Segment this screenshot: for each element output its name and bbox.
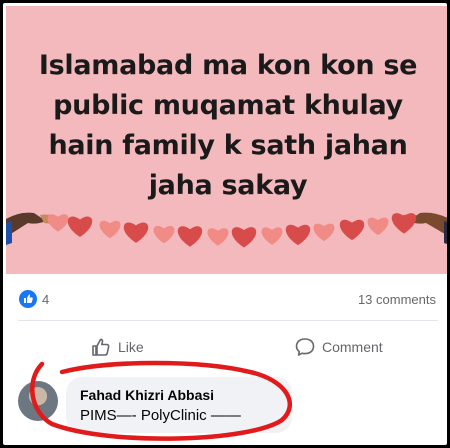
comment-author[interactable]: Fahad Khizri Abbasi [80,387,214,403]
heart-icon [367,217,389,236]
comment-text: PIMS—- PolyClinic —— [80,407,241,424]
comments-count-link[interactable]: 13 comments [358,292,436,307]
comment-bubble[interactable]: Fahad Khizri Abbasi PIMS—- PolyClinic —— [66,377,292,433]
heart-icon [99,220,121,239]
post-image[interactable]: Islamabad ma kon kon se public muqamat k… [6,6,447,274]
heart-icon [67,216,93,237]
heart-icon [153,225,175,244]
heart-icon [313,223,335,242]
heart-icon [231,227,257,248]
post-image-text: Islamabad ma kon kon se public muqamat k… [38,50,418,201]
heart-icon [123,222,149,243]
heart-icon [47,214,69,232]
heart-icon [339,219,365,241]
comment-button[interactable]: Comment [294,335,383,359]
comment-label: Comment [322,339,383,355]
like-reaction-icon[interactable] [19,290,37,308]
heart-icon [261,227,283,245]
comment-bubble-icon [295,338,315,356]
post-stats: 4 13 comments [6,285,447,313]
post-actions: Like Comment [6,325,447,367]
heart-icon [177,226,203,247]
heart-icon [207,228,229,246]
reaction-count[interactable]: 4 [42,292,49,307]
like-label: Like [118,339,144,355]
post-card: Islamabad ma kon kon se public muqamat k… [3,3,447,445]
thumbs-up-icon [92,338,110,356]
commenter-avatar[interactable] [18,381,58,421]
heart-icon [285,224,311,246]
divider [18,320,438,321]
heart-icon [391,213,417,234]
like-button[interactable]: Like [90,335,144,359]
comment-item: Fahad Khizri Abbasi PIMS—- PolyClinic —— [6,371,447,445]
hearts-garland [6,212,447,248]
